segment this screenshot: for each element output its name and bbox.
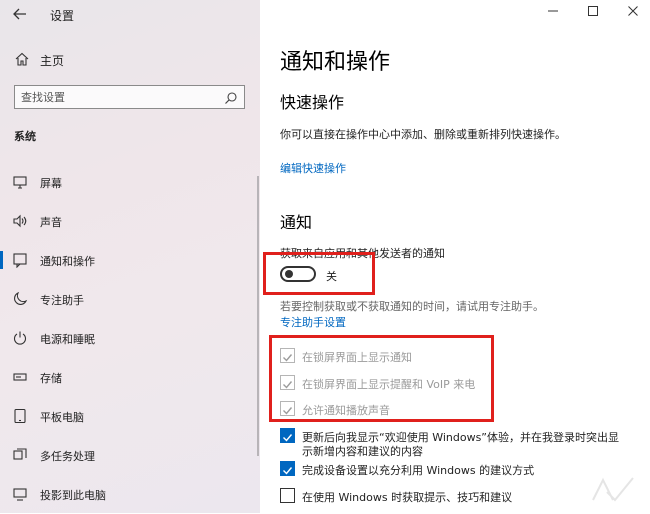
sidebar-item-project[interactable]: 投影到此电脑 bbox=[0, 480, 258, 508]
sidebar-item-label: 专注助手 bbox=[40, 294, 84, 307]
sidebar-item-multitasking[interactable]: 多任务处理 bbox=[0, 441, 258, 469]
sidebar-item-label: 屏幕 bbox=[40, 177, 62, 190]
minimize-icon[interactable] bbox=[541, 4, 565, 24]
page-title: 通知和操作 bbox=[280, 50, 391, 75]
title-bar-left: 设置 bbox=[0, 0, 260, 30]
close-icon[interactable] bbox=[621, 4, 645, 24]
sidebar-item-focus-assist[interactable]: 专注助手 bbox=[0, 285, 258, 313]
sidebar-item-label: 通知和操作 bbox=[40, 255, 95, 268]
checkbox-label-line2: 示新增内容和建议的内容 bbox=[302, 445, 423, 458]
welcome-experience-checkbox[interactable] bbox=[280, 428, 295, 443]
sidebar-item-label: 主页 bbox=[40, 54, 65, 68]
notifications-toggle[interactable] bbox=[280, 266, 316, 282]
multitask-icon bbox=[12, 447, 28, 463]
sidebar-item-label: 多任务处理 bbox=[40, 450, 95, 463]
get-notifications-label: 获取来自应用和其他发送者的通知 bbox=[280, 247, 445, 260]
checkbox-label: 在锁屏界面上显示提醒和 VoIP 来电 bbox=[302, 378, 476, 391]
watermark-logo bbox=[585, 470, 643, 510]
checkbox-label: 允许通知播放声音 bbox=[302, 404, 390, 417]
moon-icon bbox=[12, 291, 28, 307]
focus-assist-hint: 若要控制获取或不获取通知的时间，请试用专注助手。 bbox=[280, 300, 544, 313]
storage-icon bbox=[12, 369, 28, 385]
maximize-icon[interactable] bbox=[581, 4, 605, 24]
search-input[interactable] bbox=[21, 89, 211, 105]
sidebar-item-home[interactable]: 主页 bbox=[0, 49, 260, 71]
back-arrow-icon[interactable] bbox=[12, 6, 30, 24]
sidebar-item-label: 存储 bbox=[40, 372, 62, 385]
notification-icon bbox=[12, 252, 28, 269]
sidebar-item-tablet[interactable]: 平板电脑 bbox=[0, 402, 258, 430]
quick-actions-description: 你可以直接在操作中心中添加、删除或重新排列快速操作。 bbox=[280, 128, 566, 141]
edit-quick-actions-link[interactable]: 编辑快速操作 bbox=[280, 160, 346, 176]
focus-assist-settings-link[interactable]: 专注助手设置 bbox=[280, 314, 346, 330]
sidebar-item-label: 声音 bbox=[40, 216, 62, 229]
tips-tricks-checkbox[interactable] bbox=[280, 488, 295, 503]
checkbox-label: 完成设备设置以充分利用 Windows 的建议方式 bbox=[302, 464, 535, 477]
search-icon[interactable] bbox=[224, 90, 238, 104]
sidebar-item-sound[interactable]: 声音 bbox=[0, 207, 258, 235]
notifications-heading: 通知 bbox=[280, 213, 313, 232]
sidebar-item-label: 电源和睡眠 bbox=[40, 333, 95, 346]
sidebar-section-label: 系统 bbox=[14, 130, 36, 143]
project-icon bbox=[12, 486, 28, 502]
search-box[interactable] bbox=[14, 85, 245, 109]
home-icon bbox=[14, 51, 30, 67]
toggle-knob bbox=[285, 270, 293, 278]
checkbox-label: 在锁屏界面上显示通知 bbox=[302, 351, 412, 364]
window-title: 设置 bbox=[50, 9, 75, 23]
sidebar-item-label: 投影到此电脑 bbox=[40, 489, 106, 502]
lock-screen-reminders-checkbox[interactable] bbox=[280, 375, 295, 390]
sidebar-item-display[interactable]: 屏幕 bbox=[0, 168, 258, 196]
power-icon bbox=[12, 330, 28, 346]
notification-sounds-checkbox[interactable] bbox=[280, 401, 295, 416]
quick-actions-heading: 快速操作 bbox=[280, 93, 345, 112]
toggle-state-label: 关 bbox=[326, 270, 337, 283]
monitor-icon bbox=[12, 174, 28, 190]
finish-setup-checkbox[interactable] bbox=[280, 461, 295, 476]
main-content: 通知和操作 快速操作 你可以直接在操作中心中添加、删除或重新排列快速操作。 编辑… bbox=[260, 0, 650, 513]
sidebar-scrollbar[interactable] bbox=[257, 176, 259, 456]
sidebar-item-label: 平板电脑 bbox=[40, 411, 84, 424]
tablet-icon bbox=[12, 408, 28, 424]
lock-screen-notifications-checkbox[interactable] bbox=[280, 348, 295, 363]
sidebar: 设置 主页 系统 屏幕 声音 通知和操作 专注助手 电源和睡眠 存储 bbox=[0, 0, 260, 513]
checkbox-label: 在使用 Windows 时获取提示、技巧和建议 bbox=[302, 491, 513, 504]
sidebar-item-notifications[interactable]: 通知和操作 bbox=[0, 246, 258, 274]
sidebar-item-storage[interactable]: 存储 bbox=[0, 363, 258, 391]
speaker-icon bbox=[12, 213, 28, 229]
sidebar-item-power[interactable]: 电源和睡眠 bbox=[0, 324, 258, 352]
